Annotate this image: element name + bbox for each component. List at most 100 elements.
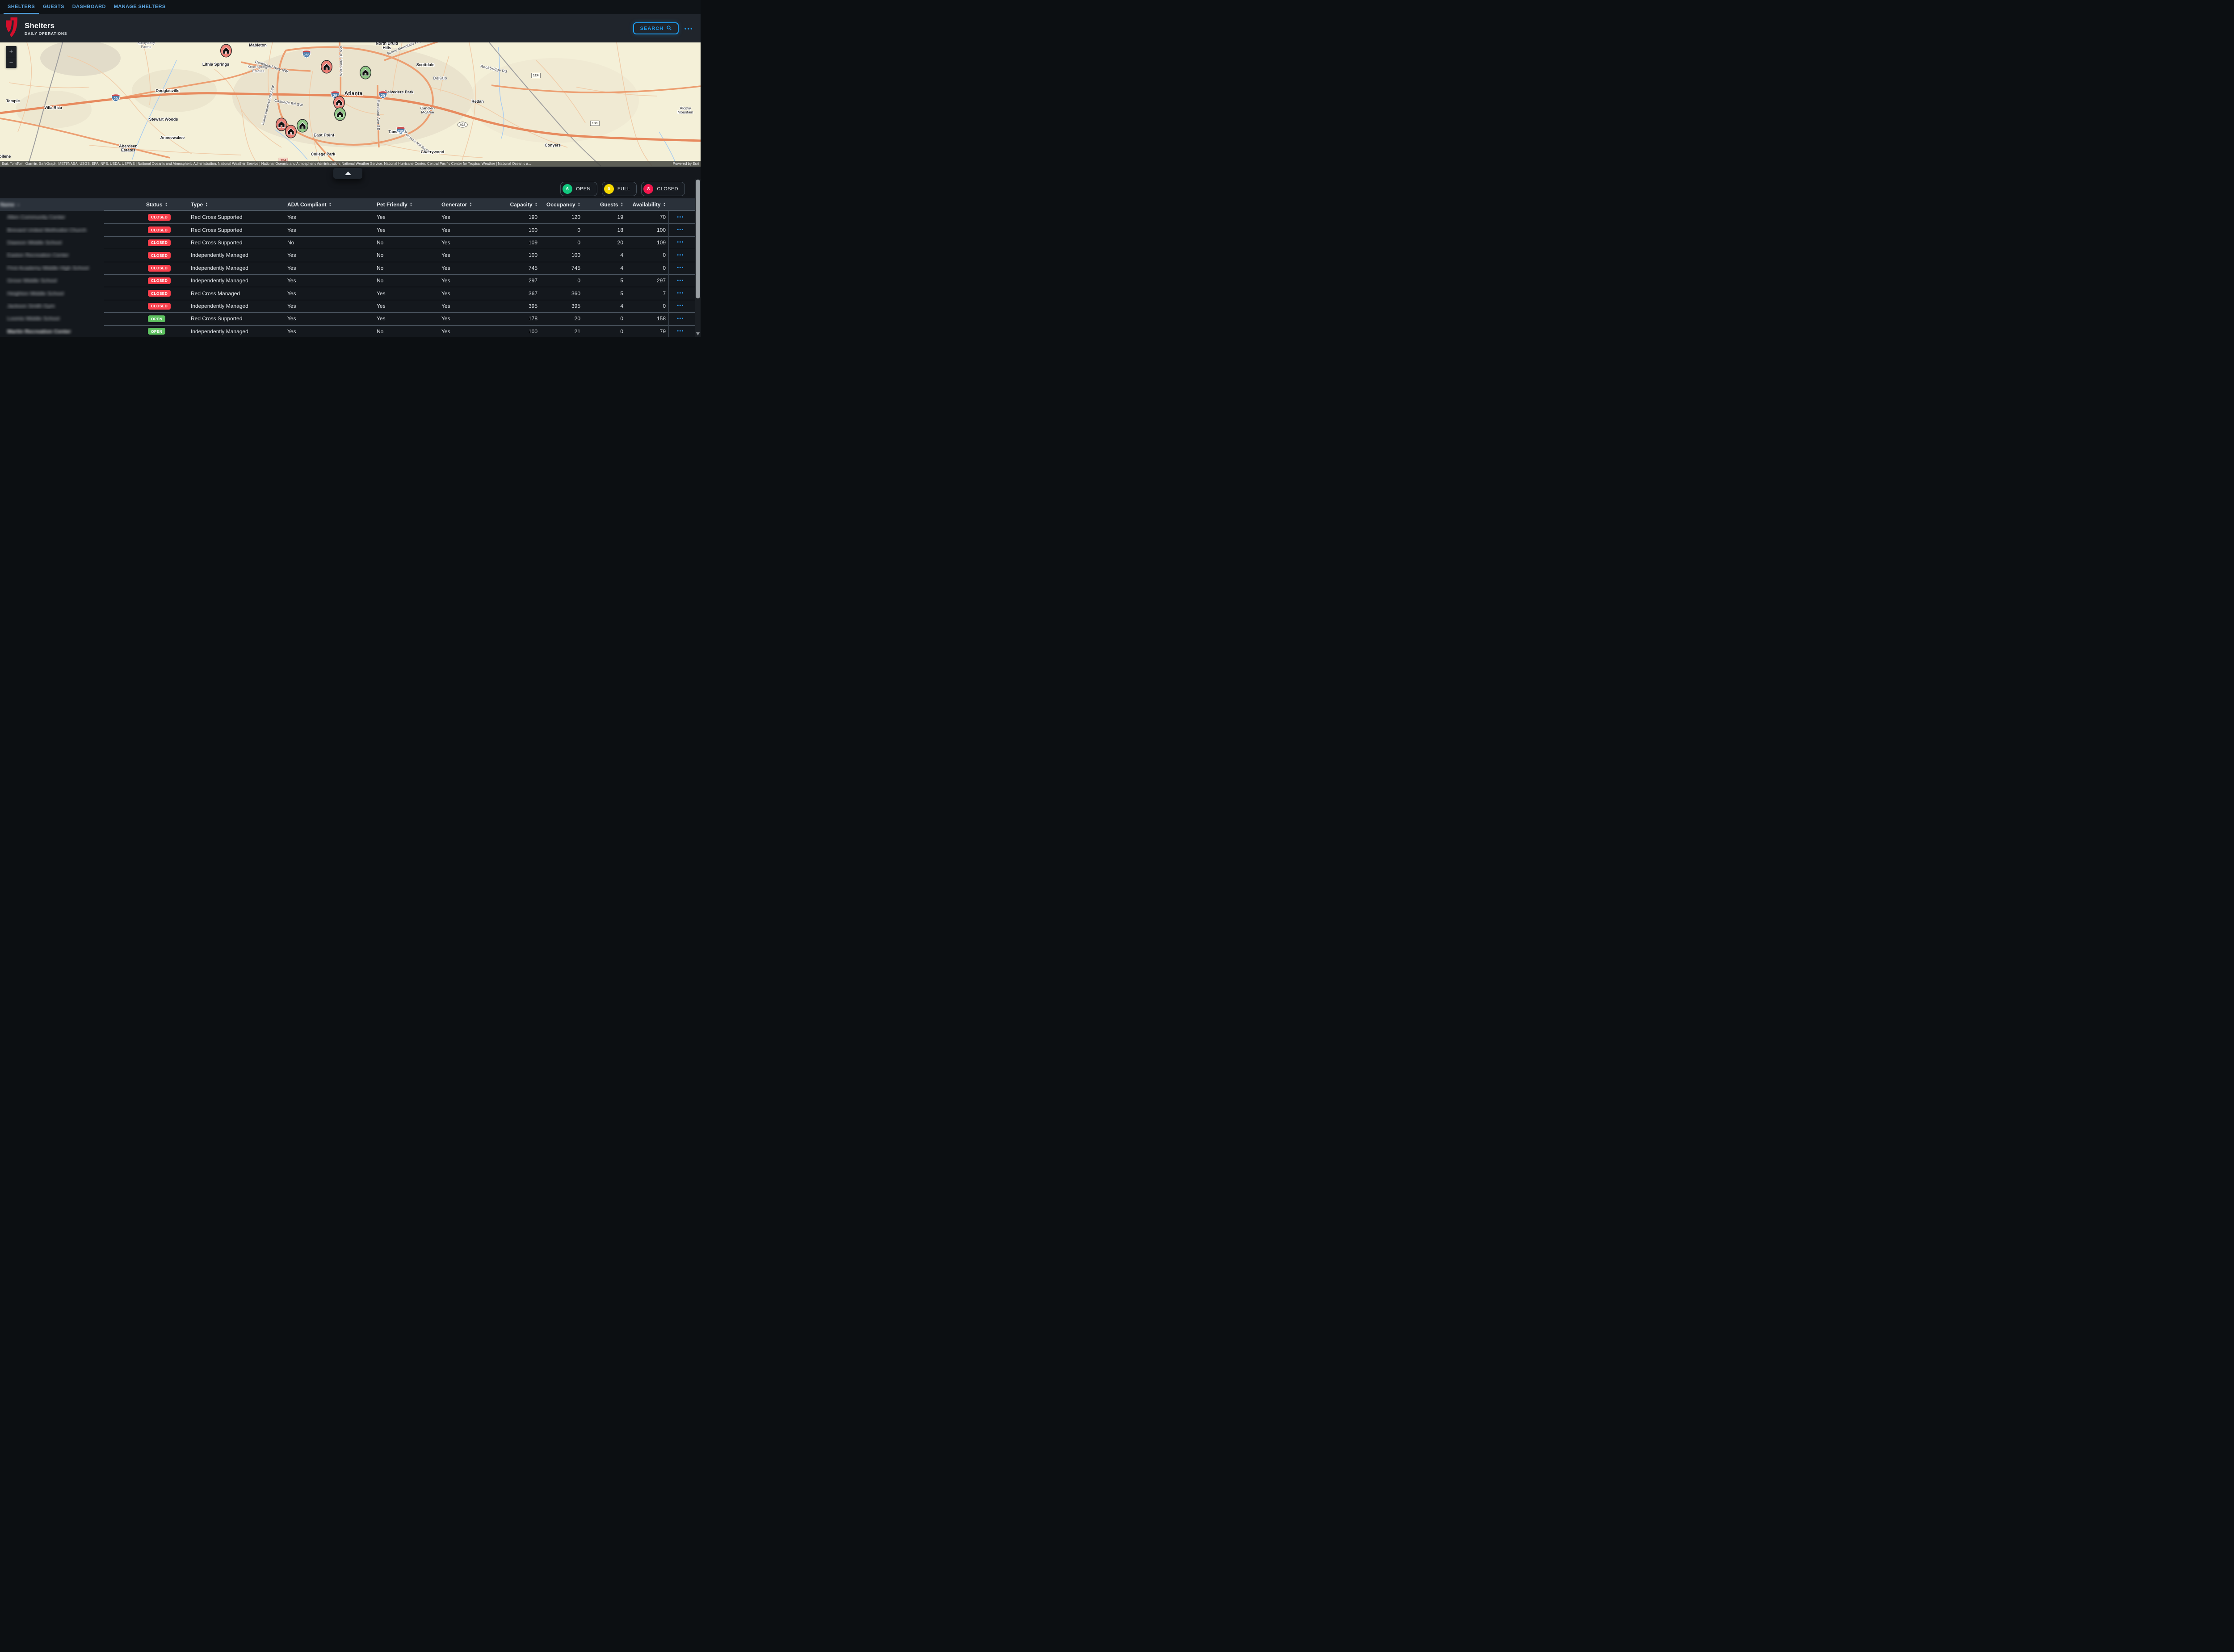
- legend-pill-open[interactable]: 6OPEN: [560, 182, 597, 196]
- sort-icon: ▲▼: [410, 202, 412, 207]
- cell-availability: 100: [623, 227, 666, 233]
- cell-ada-compliant: Yes: [287, 214, 377, 220]
- more-options-icon[interactable]: •••: [684, 25, 693, 32]
- cell-ada-compliant: Yes: [287, 303, 377, 309]
- cell-type: Red Cross Supported: [191, 315, 287, 322]
- row-actions-icon[interactable]: •••: [677, 265, 684, 270]
- cell-type: Independently Managed: [191, 265, 287, 271]
- column-header-availability[interactable]: Availability▲▼: [623, 201, 666, 208]
- map-city-label: East Point: [314, 133, 334, 138]
- column-header-name[interactable]: Name▲: [0, 201, 104, 208]
- map-city-label: DeKalb: [433, 76, 447, 80]
- sort-desc-icon: ▼: [410, 205, 412, 207]
- sort-icon: ▲▼: [329, 202, 332, 207]
- cell-capacity: 297: [496, 277, 538, 284]
- legend-label: OPEN: [576, 186, 591, 192]
- cell-actions: •••: [666, 300, 695, 312]
- table-row[interactable]: First Academy Middle High SchoolCLOSEDIn…: [0, 262, 695, 274]
- shelter-marker-open[interactable]: [297, 119, 309, 135]
- column-header-pet[interactable]: Pet Friendly▲▼: [377, 201, 441, 208]
- column-header-type[interactable]: Type▲▼: [191, 201, 287, 208]
- collapse-map-button[interactable]: [333, 168, 362, 179]
- table-row[interactable]: Dawson Middle SchoolCLOSEDRed Cross Supp…: [0, 236, 695, 249]
- cell-generator: Yes: [441, 227, 496, 233]
- cell-capacity: 178: [496, 315, 538, 322]
- shelter-marker-closed[interactable]: [220, 44, 232, 60]
- column-header-label: Capacity: [510, 201, 533, 208]
- cell-capacity: 100: [496, 227, 538, 233]
- cell-actions: •••: [666, 211, 695, 223]
- cell-capacity: 109: [496, 239, 538, 246]
- column-header-occupancy[interactable]: Occupancy▲▼: [538, 201, 580, 208]
- legend-label: CLOSED: [657, 186, 678, 192]
- search-button[interactable]: SEARCH: [633, 22, 679, 34]
- shelter-marker-open[interactable]: [360, 66, 372, 82]
- cell-pet-friendly: Yes: [377, 227, 441, 233]
- row-actions-icon[interactable]: •••: [677, 291, 684, 296]
- zoom-in-button[interactable]: +: [6, 46, 17, 57]
- cell-shelter-name: Brevard United Methodist Church: [0, 227, 104, 233]
- cell-occupancy: 0: [538, 227, 580, 233]
- legend-count-badge: 0: [604, 184, 614, 194]
- cell-generator: Yes: [441, 252, 496, 258]
- legend-pill-full[interactable]: 0FULL: [602, 182, 637, 196]
- table-row[interactable]: Loomis Middle SchoolOPENRed Cross Suppor…: [0, 312, 695, 325]
- row-actions-icon[interactable]: •••: [677, 253, 684, 258]
- cell-actions: •••: [666, 262, 695, 274]
- map-city-label: Lithia Springs: [202, 62, 229, 67]
- map-road-label: Northside Dr NW: [339, 46, 343, 76]
- table-row[interactable]: Easton Recreation CenterCLOSEDIndependen…: [0, 249, 695, 261]
- table-row[interactable]: Jackson Smith GymCLOSEDIndependently Man…: [0, 300, 695, 312]
- shelter-name-text: Grove Middle School: [7, 277, 57, 284]
- cell-guests: 4: [580, 303, 623, 309]
- row-actions-icon[interactable]: •••: [677, 316, 684, 321]
- shelter-name-text: First Academy Middle High School: [7, 265, 89, 271]
- map-city-label: McAfee: [421, 110, 434, 114]
- row-actions-icon[interactable]: •••: [677, 278, 684, 283]
- column-header-status[interactable]: Status▲▼: [146, 201, 191, 208]
- shelter-marker-open[interactable]: [334, 107, 346, 123]
- column-header-guests[interactable]: Guests▲▼: [580, 201, 623, 208]
- shelter-marker-closed[interactable]: [321, 60, 333, 76]
- table-row[interactable]: Heighton Middle SchoolCLOSEDRed Cross Ma…: [0, 287, 695, 299]
- row-actions-icon[interactable]: •••: [677, 240, 684, 245]
- row-actions-icon[interactable]: •••: [677, 329, 684, 334]
- cell-shelter-name: Allen Community Center: [0, 214, 104, 220]
- cell-ada-compliant: Yes: [287, 315, 377, 322]
- map-city-label: Estates: [121, 148, 135, 152]
- cell-generator: Yes: [441, 265, 496, 271]
- row-actions-icon[interactable]: •••: [677, 303, 684, 308]
- cell-status: CLOSED: [146, 302, 191, 310]
- cell-pet-friendly: Yes: [377, 315, 441, 322]
- tab-shelters[interactable]: SHELTERS: [4, 0, 39, 14]
- tab-dashboard[interactable]: DASHBOARD: [68, 0, 110, 14]
- legend-pill-closed[interactable]: 8CLOSED: [641, 182, 685, 196]
- tab-guests[interactable]: GUESTS: [39, 0, 68, 14]
- column-header-capacity[interactable]: Capacity▲▼: [496, 201, 538, 208]
- table-row[interactable]: Grove Middle SchoolCLOSEDIndependently M…: [0, 274, 695, 287]
- row-actions-icon[interactable]: •••: [677, 227, 684, 232]
- svg-text:285: 285: [398, 130, 404, 134]
- cell-capacity: 190: [496, 214, 538, 220]
- shelter-marker-closed[interactable]: [285, 125, 297, 141]
- cell-type: Red Cross Supported: [191, 214, 287, 220]
- top-nav: SHELTERSGUESTSDASHBOARDMANAGE SHELTERS: [0, 0, 701, 14]
- shelter-name-text: Dawson Middle School: [7, 239, 62, 246]
- table-row[interactable]: Brevard United Methodist ChurchCLOSEDRed…: [0, 223, 695, 236]
- cell-type: Independently Managed: [191, 328, 287, 335]
- column-header-ada[interactable]: ADA Compliant▲▼: [287, 201, 377, 208]
- cell-capacity: 100: [496, 252, 538, 258]
- cell-ada-compliant: Yes: [287, 252, 377, 258]
- vertical-scrollbar[interactable]: [695, 179, 701, 337]
- table-row[interactable]: Allen Community CenterCLOSEDRed Cross Su…: [0, 211, 695, 223]
- map-canvas[interactable]: SprayberryFarmsMabletonNorth DruidHillsL…: [0, 42, 701, 167]
- scrollbar-down-arrow-icon[interactable]: [696, 332, 700, 335]
- tab-manage-shelters[interactable]: MANAGE SHELTERS: [110, 0, 170, 14]
- table-row[interactable]: Martin Recreation CenterOPENIndependentl…: [0, 325, 695, 337]
- zoom-out-button[interactable]: −: [6, 57, 17, 68]
- column-header-generator[interactable]: Generator▲▼: [441, 201, 496, 208]
- cell-actions: •••: [666, 325, 695, 337]
- scrollbar-thumb[interactable]: [696, 180, 700, 298]
- cell-shelter-name: Martin Recreation Center: [0, 328, 104, 335]
- row-actions-icon[interactable]: •••: [677, 215, 684, 220]
